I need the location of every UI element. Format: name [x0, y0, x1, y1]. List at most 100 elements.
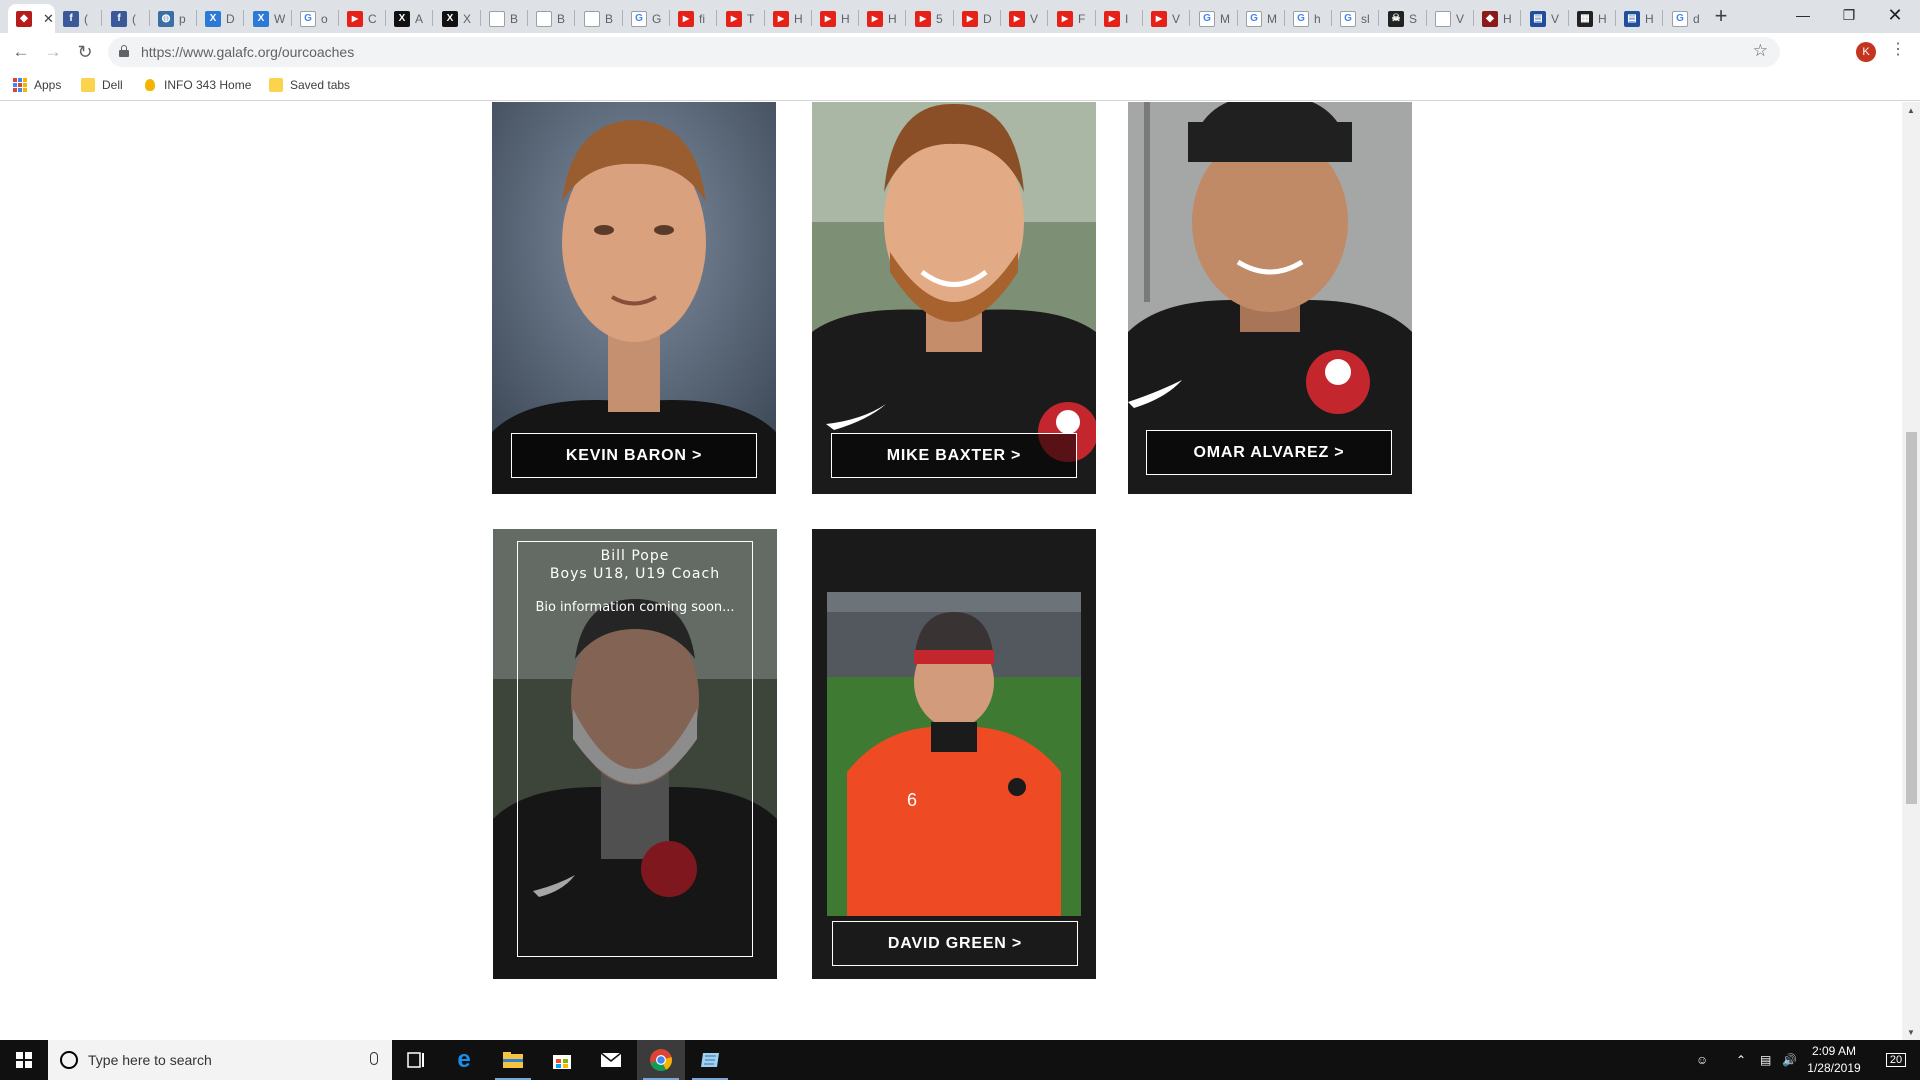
minimize-button[interactable]: —: [1780, 0, 1826, 30]
task-view-button[interactable]: [392, 1040, 440, 1080]
people-icon[interactable]: ☺: [1696, 1040, 1708, 1080]
browser-tab[interactable]: ▶ V: [1143, 4, 1190, 33]
browser-tab[interactable]: ▶ H: [812, 4, 859, 33]
restore-button[interactable]: ❐: [1826, 0, 1872, 30]
browser-tab[interactable]: ▤ H: [1616, 4, 1663, 33]
chrome-taskbar-button[interactable]: [637, 1040, 685, 1080]
system-clock[interactable]: 2:09 AM 1/28/2019: [1798, 1043, 1870, 1077]
show-hidden-icons-icon[interactable]: ⌃: [1736, 1040, 1746, 1080]
reload-button[interactable]: ↻: [72, 39, 98, 65]
tab-title: F: [1078, 11, 1086, 26]
store-taskbar-button[interactable]: [538, 1040, 586, 1080]
tab-title: p: [179, 11, 186, 26]
mail-taskbar-button[interactable]: [587, 1040, 635, 1080]
coach-card-david[interactable]: 6 DAVID GREEN >: [812, 529, 1096, 979]
url-text[interactable]: https://www.galafc.org/ourcoaches: [141, 44, 354, 60]
google-icon: G: [1199, 10, 1215, 27]
browser-tab[interactable]: ▶ C: [339, 4, 386, 33]
profile-avatar[interactable]: K: [1856, 42, 1876, 62]
volume-icon[interactable]: 🔊: [1782, 1040, 1797, 1080]
close-tab-icon[interactable]: ✕: [43, 11, 54, 27]
browser-tab[interactable]: XA: [386, 4, 433, 33]
address-bar[interactable]: https://www.galafc.org/ourcoaches ☆: [108, 37, 1780, 67]
coach-bio: Bio information coming soon...: [535, 600, 735, 615]
browser-tab[interactable]: ▶ D: [954, 4, 1001, 33]
network-icon[interactable]: ▤: [1760, 1040, 1771, 1080]
browser-tab[interactable]: GM: [1191, 4, 1238, 33]
tab-title: X: [463, 11, 472, 26]
close-window-button[interactable]: ✕: [1872, 0, 1918, 30]
scroll-thumb[interactable]: [1906, 432, 1917, 804]
browser-tab[interactable]: XX: [434, 4, 481, 33]
tab-title: o: [321, 11, 328, 26]
scroll-up-arrow-icon[interactable]: ▲: [1907, 106, 1915, 115]
coach-name-button[interactable]: DAVID GREEN >: [832, 921, 1078, 966]
page-icon: [1435, 10, 1451, 27]
coach-card-mike[interactable]: MIKE BAXTER >: [812, 102, 1096, 494]
svg-text:6: 6: [907, 790, 917, 810]
browser-tab[interactable]: Gh: [1285, 4, 1332, 33]
browser-tab[interactable]: ☠ S: [1380, 4, 1427, 33]
taskbar-search-box[interactable]: Type here to search: [48, 1040, 392, 1080]
browser-tab[interactable]: B: [528, 4, 575, 33]
browser-tab[interactable]: GG: [623, 4, 670, 33]
bookmark-info343[interactable]: INFO 343 Home: [143, 78, 251, 92]
start-button[interactable]: [0, 1040, 48, 1080]
browser-tab[interactable]: ◆ ✕: [8, 4, 55, 33]
browser-tab[interactable]: ◍ p: [150, 4, 197, 33]
browser-tab[interactable]: ▶ H: [859, 4, 906, 33]
browser-tab[interactable]: ▶ fi: [670, 4, 717, 33]
action-center-button[interactable]: 20: [1880, 1040, 1912, 1080]
browser-tab[interactable]: ▤ V: [1522, 4, 1569, 33]
coach-card-omar[interactable]: OMAR ALVAREZ >: [1128, 102, 1412, 494]
browser-tab[interactable]: ▶ I: [1096, 4, 1143, 33]
browser-tab[interactable]: ▶ V: [1001, 4, 1048, 33]
page-scrollbar[interactable]: ▲ ▼: [1902, 102, 1920, 1040]
browser-tab[interactable]: ▶ H: [765, 4, 812, 33]
bookmark-apps[interactable]: Apps: [13, 78, 61, 92]
coach-name-button[interactable]: OMAR ALVAREZ >: [1146, 430, 1392, 475]
browser-tab[interactable]: XW: [245, 4, 292, 33]
browser-tab[interactable]: Go: [292, 4, 339, 33]
browser-tab[interactable]: f(: [55, 4, 102, 33]
bookmark-saved-tabs[interactable]: Saved tabs: [269, 78, 350, 92]
tab-title: V: [1551, 11, 1560, 26]
browser-tab[interactable]: ▶ 5: [907, 4, 954, 33]
microphone-icon[interactable]: [370, 1052, 378, 1065]
forward-button[interactable]: →: [40, 39, 66, 65]
app-taskbar-button[interactable]: [686, 1040, 734, 1080]
browser-tab[interactable]: ▶ T: [718, 4, 765, 33]
browser-tab[interactable]: Gsl: [1332, 4, 1379, 33]
windows-logo-icon: [16, 1052, 32, 1068]
browser-tab[interactable]: B: [481, 4, 528, 33]
folder-icon: [269, 78, 283, 92]
coach-name-button[interactable]: MIKE BAXTER >: [831, 433, 1077, 478]
youtube-icon: ▶: [347, 10, 363, 27]
browser-tab[interactable]: B: [576, 4, 623, 33]
facebook-icon: f: [111, 10, 127, 27]
browser-tab[interactable]: V: [1427, 4, 1474, 33]
browser-tab[interactable]: ◆ H: [1474, 4, 1521, 33]
back-button[interactable]: ←: [8, 39, 34, 65]
edge-taskbar-button[interactable]: e: [440, 1040, 488, 1080]
tab-title: B: [510, 11, 519, 26]
new-tab-button[interactable]: +: [1708, 3, 1734, 29]
bookmark-dell[interactable]: Dell: [81, 78, 123, 92]
page-icon: [584, 10, 600, 27]
browser-tab[interactable]: Gd: [1664, 4, 1711, 33]
folder-icon: [81, 78, 95, 92]
browser-tab[interactable]: ▶ F: [1049, 4, 1096, 33]
coach-card-bill[interactable]: Bill Pope Boys U18, U19 Coach Bio inform…: [493, 529, 777, 979]
scroll-down-arrow-icon[interactable]: ▼: [1907, 1028, 1915, 1037]
bookmark-star-icon[interactable]: ☆: [1753, 41, 1768, 61]
bookmark-label: Dell: [102, 78, 123, 92]
page-icon: [536, 10, 552, 27]
file-explorer-taskbar-button[interactable]: [489, 1040, 537, 1080]
coach-card-kevin[interactable]: KEVIN BARON >: [492, 102, 776, 494]
browser-menu-icon[interactable]: ⋮: [1890, 40, 1906, 60]
browser-tab[interactable]: XD: [197, 4, 244, 33]
coach-name-button[interactable]: KEVIN BARON >: [511, 433, 757, 478]
browser-tab[interactable]: f(: [103, 4, 150, 33]
browser-tab[interactable]: GM: [1238, 4, 1285, 33]
browser-tab[interactable]: ▦ H: [1569, 4, 1616, 33]
